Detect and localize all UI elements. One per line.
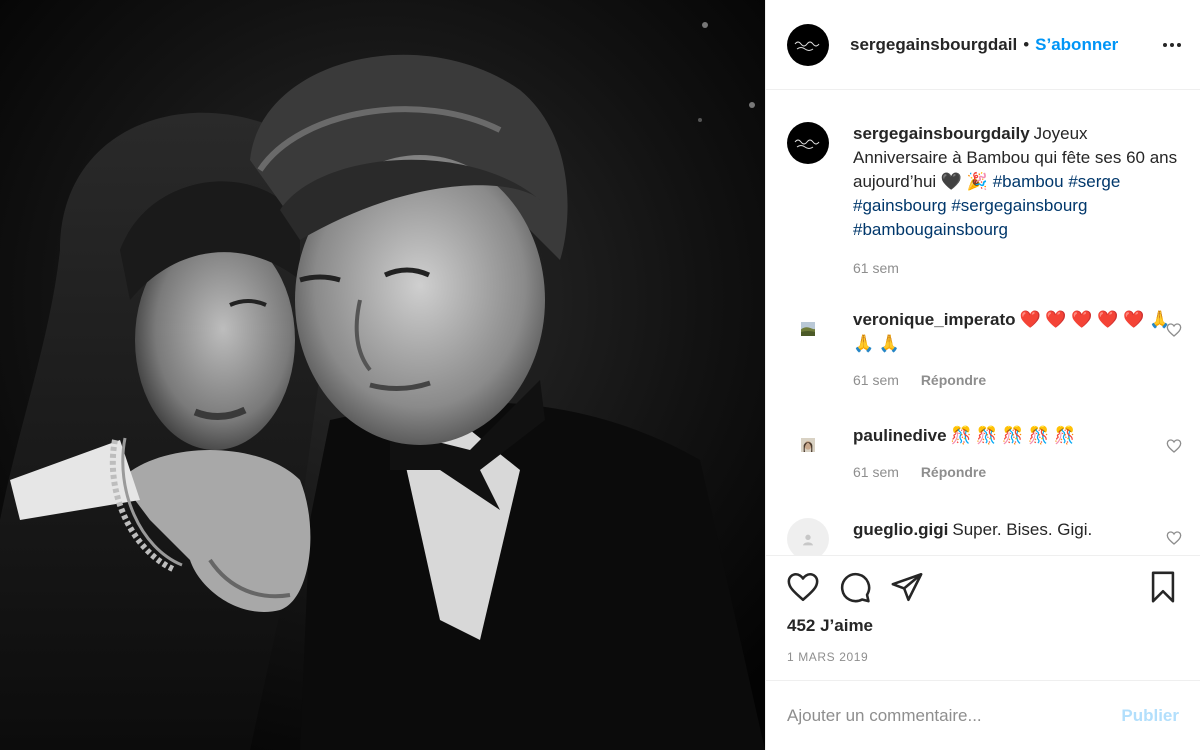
- reply-button[interactable]: Répondre: [921, 372, 986, 388]
- post-photo[interactable]: [0, 0, 765, 750]
- caption-meta: 61 sem: [853, 260, 1182, 276]
- comment-username[interactable]: gueglio.gigi: [853, 520, 948, 539]
- hashtag-link[interactable]: #gainsbourg: [853, 196, 947, 215]
- follow-button[interactable]: S’abonner: [1035, 35, 1118, 55]
- comment-username[interactable]: veronique_imperato: [853, 310, 1016, 329]
- signature-logo: [794, 41, 820, 51]
- comment-meta: 61 sem Répondre: [853, 464, 1182, 480]
- comment-time[interactable]: 61 sem: [853, 464, 899, 480]
- add-comment-bar: Publier: [766, 680, 1200, 750]
- comment-time[interactable]: 61 sem: [853, 372, 899, 388]
- comment-text-block: gueglio.gigi Super. Bises. Gigi.: [853, 518, 1182, 542]
- paper-plane-icon[interactable]: [890, 570, 924, 604]
- caption-avatar[interactable]: [787, 122, 829, 164]
- post-side-panel: sergegainsbourgdail • S’abonner sergegai…: [765, 0, 1200, 750]
- default-user-icon: [803, 534, 813, 546]
- author-username[interactable]: sergegainsbourgdail: [850, 35, 1017, 55]
- comment-like-heart-icon[interactable]: [1166, 438, 1182, 454]
- photo-illustration: [0, 0, 765, 750]
- comment-text: Super. Bises. Gigi.: [952, 520, 1093, 539]
- hashtag-link[interactable]: #bambou: [993, 172, 1064, 191]
- comment-like-heart-icon[interactable]: [1166, 530, 1182, 546]
- comment-like-heart-icon[interactable]: [1166, 322, 1182, 338]
- caption-entry: sergegainsbourgdaily Joyeux Anniversaire …: [787, 122, 1182, 276]
- bookmark-icon[interactable]: [1146, 570, 1180, 604]
- more-horizontal-icon[interactable]: [1162, 36, 1182, 54]
- comment-meta: 61 sem Répondre: [853, 372, 1182, 388]
- separator-dot: •: [1023, 34, 1030, 54]
- comment-item: veronique_imperato ❤️ ❤️ ❤️ ❤️ ❤️ 🙏 🙏 🙏 6…: [787, 308, 1182, 388]
- hashtag-link[interactable]: #bambougainsbourg: [853, 220, 1008, 239]
- commenter-avatar[interactable]: [787, 308, 829, 350]
- post-date[interactable]: 1 MARS 2019: [787, 650, 868, 664]
- comment-text-block: paulinedive 🎊 🎊 🎊 🎊 🎊: [853, 424, 1182, 448]
- portrait-avatar-image: [801, 438, 815, 452]
- post-header: sergegainsbourgdail • S’abonner: [766, 0, 1200, 90]
- comment-item: paulinedive 🎊 🎊 🎊 🎊 🎊 61 sem Répondre: [787, 424, 1182, 480]
- signature-logo: [794, 139, 820, 149]
- comment-username[interactable]: paulinedive: [853, 426, 947, 445]
- caption-text-block: sergegainsbourgdaily Joyeux Anniversaire …: [853, 122, 1182, 242]
- post-actions: 452 J’aime 1 MARS 2019: [766, 555, 1200, 680]
- reply-button[interactable]: Répondre: [921, 464, 986, 480]
- commenter-avatar[interactable]: [787, 424, 829, 466]
- comment-text-block: veronique_imperato ❤️ ❤️ ❤️ ❤️ ❤️ 🙏 🙏 🙏: [853, 308, 1182, 356]
- comment-item: gueglio.gigi Super. Bises. Gigi.: [787, 518, 1182, 555]
- comment-input[interactable]: [787, 705, 1122, 726]
- author-avatar[interactable]: [787, 23, 829, 66]
- comment-icon[interactable]: [838, 570, 872, 604]
- heart-icon[interactable]: [786, 570, 820, 604]
- landscape-avatar-image: [801, 322, 815, 336]
- caption-username[interactable]: sergegainsbourgdaily: [853, 124, 1030, 143]
- comments-list[interactable]: sergegainsbourgdaily Joyeux Anniversaire …: [766, 90, 1200, 555]
- commenter-avatar[interactable]: [787, 518, 829, 555]
- caption-time[interactable]: 61 sem: [853, 260, 899, 276]
- hashtag-link[interactable]: #serge: [1068, 172, 1120, 191]
- hashtag-link[interactable]: #sergegainsbourg: [951, 196, 1087, 215]
- publish-button[interactable]: Publier: [1121, 706, 1179, 726]
- likes-count[interactable]: 452 J’aime: [787, 616, 873, 636]
- comment-text: 🎊 🎊 🎊 🎊 🎊: [950, 426, 1076, 445]
